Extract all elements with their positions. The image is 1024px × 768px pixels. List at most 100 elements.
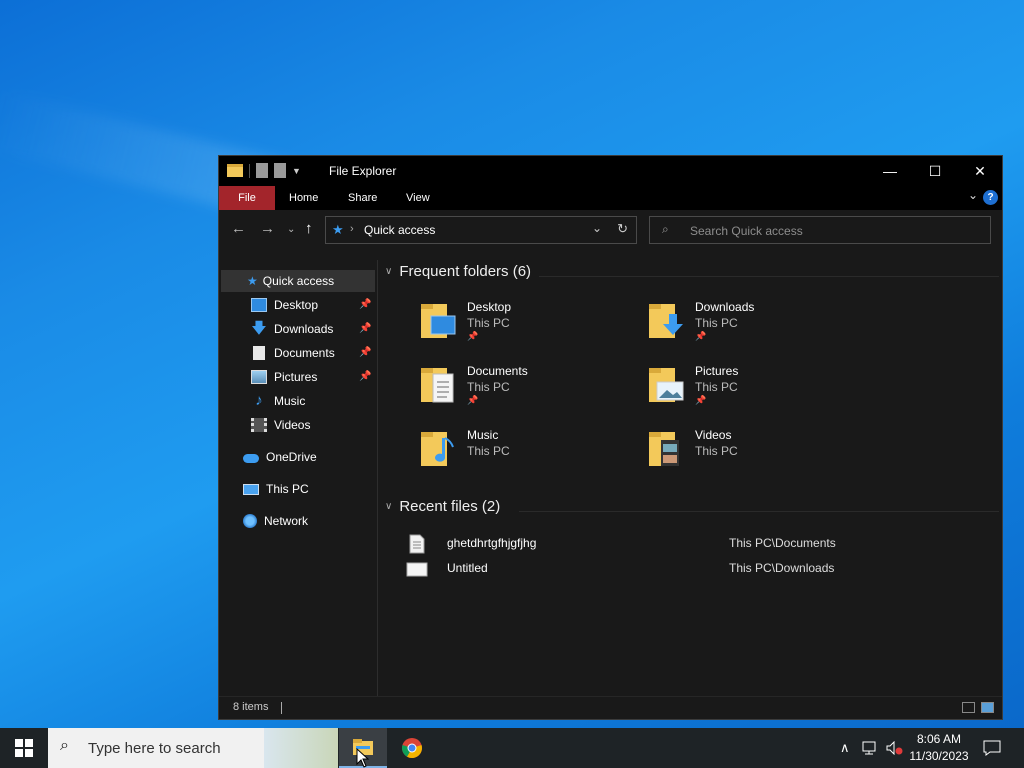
pin-icon[interactable]: 📌	[359, 299, 371, 310]
search-placeholder: Type here to search	[88, 740, 221, 757]
address-location[interactable]: Quick access	[364, 223, 435, 237]
folder-name: Pictures	[695, 364, 739, 378]
downloads-folder-icon	[649, 304, 683, 338]
documents-folder-icon	[421, 368, 454, 403]
up-arrow-icon[interactable]: ↑	[305, 220, 313, 237]
file-path: This PC\Documents	[729, 536, 836, 550]
details-view-icon[interactable]	[962, 702, 975, 713]
close-button[interactable]: ✕	[957, 156, 1003, 186]
group-divider	[519, 511, 999, 512]
taskbar-chrome[interactable]	[388, 728, 436, 768]
pin-icon[interactable]: 📌	[359, 371, 371, 382]
nav-item-documents[interactable]: Documents	[251, 342, 335, 364]
nav-label: Desktop	[274, 298, 319, 312]
nav-item-onedrive[interactable]: OneDrive	[243, 446, 317, 468]
recent-file-row[interactable]: Untitled This PC\Downloads	[406, 557, 1009, 579]
tab-view[interactable]: View	[392, 186, 444, 210]
folder-tile-music[interactable]: Music This PC	[419, 424, 639, 476]
folder-location: This PC	[467, 316, 510, 330]
pin-icon[interactable]: 📌	[359, 323, 371, 334]
taskbar-search-box[interactable]: ⌕ Type here to search	[48, 728, 338, 768]
pin-icon[interactable]: 📌	[359, 347, 371, 358]
search-icon: ⌕	[60, 737, 69, 754]
pictures-folder-icon	[649, 368, 684, 402]
music-folder-icon	[421, 432, 454, 466]
nav-item-quick-access[interactable]: ★ Quick access	[221, 270, 375, 292]
properties-icon[interactable]	[256, 163, 268, 178]
start-button[interactable]	[0, 728, 48, 768]
system-clock[interactable]: 8:06 AM 11/30/2023	[900, 731, 978, 765]
maximize-button[interactable]: ☐	[912, 156, 958, 186]
address-dropdown-chevron-icon[interactable]: ⌄	[592, 221, 602, 235]
search-icon: ⌕	[662, 222, 669, 236]
document-icon	[253, 346, 265, 360]
chrome-icon	[402, 738, 422, 759]
nav-item-network[interactable]: Network	[243, 510, 308, 532]
search-box[interactable]: ⌕ Search Quick access	[649, 216, 991, 244]
notifications-icon[interactable]	[983, 728, 1001, 768]
folder-name: Desktop	[467, 300, 512, 314]
network-status-icon[interactable]	[862, 728, 880, 768]
navigation-pane: ★ Quick access Desktop 📌 🡇 Downloads 📌 D…	[219, 260, 377, 697]
recent-file-row[interactable]: ghetdhrtgfhjgfjhg This PC\Documents	[409, 532, 1009, 554]
back-arrow-icon[interactable]: ←	[231, 220, 246, 237]
file-path: This PC\Downloads	[729, 561, 835, 575]
recent-locations-chevron-icon[interactable]: ⌄	[287, 224, 295, 235]
expand-ribbon-chevron-icon[interactable]: ⌄	[968, 188, 978, 202]
nav-item-downloads[interactable]: 🡇 Downloads	[251, 318, 333, 340]
large-icons-view-icon[interactable]	[981, 702, 994, 713]
nav-label: Documents	[274, 346, 335, 360]
nav-label: Downloads	[274, 322, 334, 336]
folder-tile-documents[interactable]: Documents This PC 📌	[419, 360, 639, 412]
show-hidden-icons-chevron-icon[interactable]: ∧	[840, 728, 850, 768]
customize-toolbar-chevron-icon[interactable]: ▼	[292, 166, 301, 176]
music-note-icon: ♪	[255, 392, 263, 409]
toolbar-separator	[249, 163, 250, 178]
status-separator	[281, 702, 282, 714]
file-name: Untitled	[447, 561, 488, 575]
mouse-cursor-icon	[356, 748, 370, 768]
nav-item-pictures[interactable]: Pictures	[251, 366, 317, 388]
folder-tile-videos[interactable]: Videos This PC	[647, 424, 867, 476]
file-name: ghetdhrtgfhjgfjhg	[447, 536, 537, 550]
folder-location: This PC	[467, 380, 510, 394]
tab-home[interactable]: Home	[275, 186, 332, 210]
nav-item-videos[interactable]: Videos	[251, 414, 310, 436]
nav-item-desktop[interactable]: Desktop	[251, 294, 318, 316]
nav-item-music[interactable]: ♪ Music	[251, 390, 305, 412]
nav-label: Music	[274, 394, 306, 408]
breadcrumb-separator-icon[interactable]: ›	[350, 223, 354, 235]
group-divider	[539, 276, 999, 277]
refresh-icon[interactable]: ↻	[617, 221, 628, 237]
nav-item-this-pc[interactable]: This PC	[243, 478, 309, 500]
status-bar: 8 items	[219, 696, 1002, 719]
new-folder-icon[interactable]	[274, 163, 286, 178]
folder-tile-desktop[interactable]: Desktop This PC 📌	[419, 296, 639, 348]
folder-icon	[227, 164, 243, 177]
nav-label: Pictures	[274, 370, 318, 384]
network-globe-icon	[243, 514, 257, 528]
action-center-icon	[983, 740, 1001, 756]
pane-divider[interactable]	[377, 260, 378, 697]
frequent-folders-header[interactable]: ∨ Frequent folders (6)	[385, 263, 531, 280]
address-bar[interactable]: ★ › Quick access ⌄ ↻	[325, 216, 637, 244]
nav-label: Quick access	[262, 274, 335, 288]
folder-location: This PC	[695, 444, 738, 458]
film-strip-icon	[251, 418, 267, 432]
folder-tile-pictures[interactable]: Pictures This PC 📌	[647, 360, 867, 412]
tab-share[interactable]: Share	[334, 186, 391, 210]
folder-location: This PC	[695, 316, 738, 330]
desktop-folder-icon	[421, 304, 456, 338]
nav-label: OneDrive	[266, 450, 317, 464]
nav-label: This PC	[266, 482, 309, 496]
minimize-button[interactable]: —	[867, 156, 913, 186]
search-highlight-illustration[interactable]	[264, 728, 338, 768]
ribbon: File Home Share View ⌄ ?	[219, 186, 1002, 210]
forward-arrow-icon[interactable]: →	[260, 220, 275, 237]
title-bar[interactable]: ▼ File Explorer — ☐ ✕	[219, 156, 1002, 186]
folder-tile-downloads[interactable]: Downloads This PC 📌	[647, 296, 867, 348]
tab-file[interactable]: File	[219, 186, 275, 210]
folder-name: Music	[467, 428, 499, 442]
recent-files-header[interactable]: ∨ Recent files (2)	[385, 498, 500, 515]
help-button[interactable]: ?	[983, 190, 998, 205]
